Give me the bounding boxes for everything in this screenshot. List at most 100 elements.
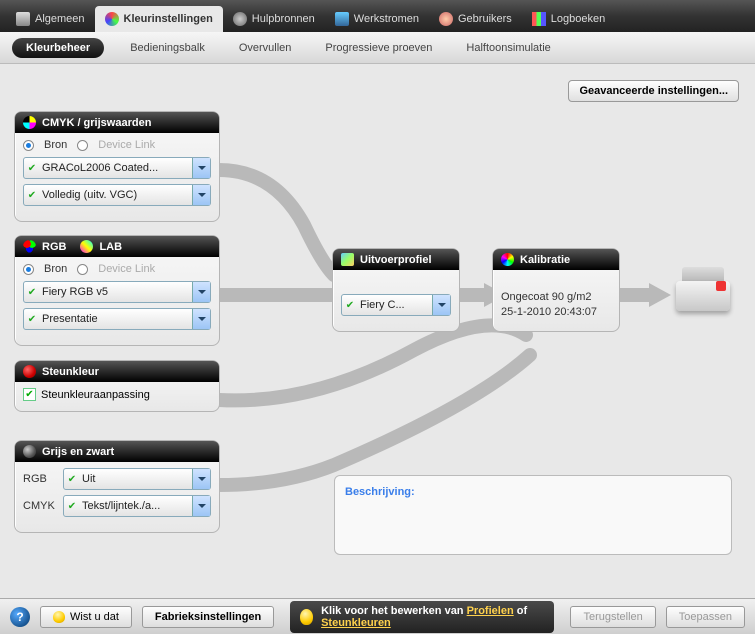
tab-label: Algemeen: [35, 13, 85, 25]
radio-row: Bron Device Link: [23, 139, 211, 151]
description-box: Beschrijving:: [334, 475, 732, 555]
cmyk-intent-dropdown[interactable]: ✔Volledig (uitv. VGC): [23, 184, 211, 206]
tip-text: Klik voor het bewerken van Profielen of …: [321, 605, 544, 629]
chevron-down-icon: [192, 496, 210, 516]
bulb-icon: [300, 609, 313, 625]
sub-tabs: Kleurbeheer Bedieningsbalk Overvullen Pr…: [0, 32, 755, 64]
checkbox-row: ✔ Steunkleuraanpassing: [23, 388, 211, 401]
users-icon: [439, 12, 453, 26]
radio-label: Bron: [44, 263, 67, 275]
panel-title: Grijs en zwart: [42, 446, 114, 458]
tab-label: Logboeken: [551, 13, 605, 25]
kalibratie-icon: [501, 253, 514, 266]
subtab-progressieve[interactable]: Progressieve proeven: [317, 38, 440, 58]
panel-rgb-lab: RGB LAB Bron Device Link ✔Fiery RGB v5 ✔…: [14, 235, 220, 346]
radio-label: Device Link: [98, 139, 155, 151]
chevron-down-icon: [192, 158, 210, 178]
rgb-profile-dropdown[interactable]: ✔Fiery RGB v5: [23, 281, 211, 303]
panel-title: CMYK / grijswaarden: [42, 117, 151, 129]
panel-header: CMYK / grijswaarden: [15, 112, 219, 133]
subtab-bedieningsbalk[interactable]: Bedieningsbalk: [122, 38, 213, 58]
top-tabs: Algemeen Kleurinstellingen Hulpbronnen W…: [0, 0, 755, 32]
panel-header: Kalibratie: [493, 249, 619, 270]
check-icon: ✔: [64, 474, 80, 485]
help-button[interactable]: ?: [10, 607, 30, 627]
rgb-icon: [23, 240, 36, 253]
tab-algemeen[interactable]: Algemeen: [6, 6, 95, 32]
description-label: Beschrijving:: [345, 486, 415, 498]
wist-u-dat-button[interactable]: Wist u dat: [40, 606, 132, 628]
panel-header: RGB LAB: [15, 236, 219, 257]
check-icon: ✔: [24, 287, 40, 298]
subtab-halftoon[interactable]: Halftoonsimulatie: [458, 38, 558, 58]
subtab-kleurbeheer[interactable]: Kleurbeheer: [12, 38, 104, 58]
check-icon: ✔: [24, 163, 40, 174]
dropdown-value: Volledig (uitv. VGC): [40, 189, 192, 201]
gray-icon: [23, 445, 36, 458]
check-icon: ✔: [24, 314, 40, 325]
tab-werkstromen[interactable]: Werkstromen: [325, 6, 429, 32]
cmyk-icon: [23, 116, 36, 129]
output-profile-dropdown[interactable]: ✔Fiery C...: [341, 294, 451, 316]
grijs-rgb-dropdown[interactable]: ✔Uit: [63, 468, 211, 490]
canvas: CMYK / grijswaarden Bron Device Link ✔GR…: [14, 105, 741, 592]
footer: ? Wist u dat Fabrieksinstellingen Klik v…: [0, 598, 755, 634]
chevron-down-icon: [192, 282, 210, 302]
chevron-down-icon: [192, 185, 210, 205]
panel-title: Uitvoerprofiel: [360, 254, 432, 266]
chevron-down-icon: [432, 295, 450, 315]
advanced-settings-button[interactable]: Geavanceerde instellingen...: [568, 80, 739, 102]
panel-steunkleur: Steunkleur ✔ Steunkleuraanpassing: [14, 360, 220, 412]
output-icon: [341, 253, 354, 266]
subtab-overvullen[interactable]: Overvullen: [231, 38, 300, 58]
dropdown-value: Presentatie: [40, 313, 192, 325]
tab-label: Hulpbronnen: [252, 13, 315, 25]
terugstellen-button[interactable]: Terugstellen: [570, 606, 655, 628]
steunkleur-checkbox[interactable]: ✔: [23, 388, 36, 401]
spot-icon: [23, 365, 36, 378]
panel-kalibratie: Kalibratie Ongecoat 90 g/m2 25-1-2010 20…: [492, 248, 620, 332]
row-label: CMYK: [23, 500, 57, 512]
chevron-down-icon: [192, 309, 210, 329]
tab-gebruikers[interactable]: Gebruikers: [429, 6, 522, 32]
printer-icon: [672, 261, 734, 317]
button-label: Wist u dat: [70, 611, 119, 623]
kalibratie-info: Ongecoat 90 g/m2 25-1-2010 20:43:07: [501, 290, 611, 321]
dropdown-value: Fiery C...: [358, 299, 432, 311]
radio-devicelink[interactable]: [77, 264, 88, 275]
dropdown-value: GRACoL2006 Coated...: [40, 162, 192, 174]
radio-devicelink[interactable]: [77, 140, 88, 151]
link-profielen[interactable]: Profielen: [467, 605, 514, 617]
printer-icon: [16, 12, 30, 26]
tip-bar: Klik voor het bewerken van Profielen of …: [290, 601, 554, 633]
radio-bron[interactable]: [23, 264, 34, 275]
rgb-intent-dropdown[interactable]: ✔Presentatie: [23, 308, 211, 330]
cmyk-profile-dropdown[interactable]: ✔GRACoL2006 Coated...: [23, 157, 211, 179]
panel-title: Steunkleur: [42, 366, 99, 378]
checkbox-label: Steunkleuraanpassing: [41, 389, 150, 401]
chevron-down-icon: [192, 469, 210, 489]
toepassen-button[interactable]: Toepassen: [666, 606, 745, 628]
check-icon: ✔: [342, 300, 358, 311]
dropdown-value: Tekst/lijntek./a...: [80, 500, 192, 512]
panel-grijs-zwart: Grijs en zwart RGB ✔Uit CMYK ✔Tekst/lijn…: [14, 440, 220, 533]
check-icon: ✔: [24, 190, 40, 201]
grijs-rgb-row: RGB ✔Uit: [23, 468, 211, 490]
colors-icon: [105, 12, 119, 26]
kalibratie-media: Ongecoat 90 g/m2: [501, 290, 611, 305]
panel-title-rgb: RGB: [42, 241, 66, 253]
link-steunkleuren[interactable]: Steunkleuren: [321, 617, 391, 629]
tab-label: Kleurinstellingen: [124, 13, 213, 25]
panel-header: Steunkleur: [15, 361, 219, 382]
flow-icon: [335, 12, 349, 26]
tab-hulpbronnen[interactable]: Hulpbronnen: [223, 6, 325, 32]
kalibratie-datetime: 25-1-2010 20:43:07: [501, 305, 611, 320]
fabrieksinstellingen-button[interactable]: Fabrieksinstellingen: [142, 606, 274, 628]
tab-kleurinstellingen[interactable]: Kleurinstellingen: [95, 6, 223, 32]
panel-header: Uitvoerprofiel: [333, 249, 459, 270]
radio-row: Bron Device Link: [23, 263, 211, 275]
tab-logboeken[interactable]: Logboeken: [522, 6, 615, 32]
radio-bron[interactable]: [23, 140, 34, 151]
grijs-cmyk-dropdown[interactable]: ✔Tekst/lijntek./a...: [63, 495, 211, 517]
panel-uitvoerprofiel: Uitvoerprofiel ✔Fiery C...: [332, 248, 460, 332]
